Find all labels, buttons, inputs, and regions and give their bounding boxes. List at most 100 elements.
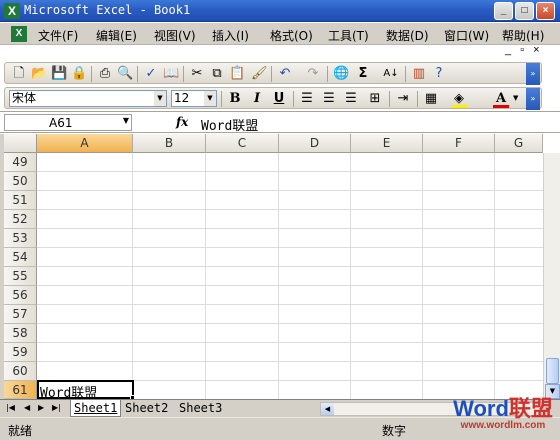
row-header[interactable]: 53 xyxy=(4,229,37,248)
font-color-swatch xyxy=(493,105,509,108)
spelling-icon[interactable]: ✓ xyxy=(143,66,159,82)
workbook-icon[interactable]: X xyxy=(11,26,27,42)
chevron-down-icon[interactable]: ▼ xyxy=(154,91,166,106)
row-header[interactable]: 60 xyxy=(4,362,37,381)
formula-input[interactable]: Word联盟 xyxy=(201,115,258,134)
last-sheet-icon[interactable]: ▶| xyxy=(52,403,61,412)
permission-icon[interactable]: 🔒 xyxy=(71,66,87,82)
row-header[interactable]: 55 xyxy=(4,267,37,286)
menu-view[interactable]: 视图(V) xyxy=(154,27,196,44)
prev-sheet-icon[interactable]: ◀ xyxy=(24,403,30,412)
copy-icon[interactable]: ⧉ xyxy=(209,66,225,82)
row-header-active[interactable]: 61 xyxy=(4,381,37,399)
font-size-select[interactable]: 12 ▼ xyxy=(171,90,217,107)
menu-tools[interactable]: 工具(T) xyxy=(328,27,369,44)
menu-insert[interactable]: 插入(I) xyxy=(212,27,249,44)
standard-toolbar: 🗋 📂 💾 🔒 ⎙ 🔍 ✓ 📖 ✂ ⧉ 📋 🖌 ↶ ↷ 🌐 Σ A↓ ▥ ? » xyxy=(4,62,542,85)
vertical-scrollbar[interactable]: ▼ xyxy=(543,153,560,399)
help-icon[interactable]: ? xyxy=(431,66,447,82)
scroll-left-icon[interactable]: ◀ xyxy=(321,403,334,415)
toolbar-separator xyxy=(183,66,184,82)
italic-button[interactable]: I xyxy=(249,91,265,107)
sort-ascending-icon[interactable]: A↓ xyxy=(383,66,399,82)
gridline xyxy=(132,153,133,399)
format-painter-icon[interactable]: 🖌 xyxy=(251,66,268,82)
align-center-icon[interactable]: ☰ xyxy=(321,91,337,107)
merge-center-icon[interactable]: ⊞ xyxy=(367,91,383,107)
select-all-corner[interactable] xyxy=(4,134,37,153)
font-name-value: 宋体 xyxy=(12,91,37,105)
menu-help[interactable]: 帮助(H) xyxy=(502,27,544,44)
column-header-b[interactable]: B xyxy=(133,134,206,153)
menu-window[interactable]: 窗口(W) xyxy=(444,27,489,44)
paste-icon[interactable]: 📋 xyxy=(229,66,245,82)
column-header-f[interactable]: F xyxy=(423,134,495,153)
menu-file[interactable]: 文件(F) xyxy=(38,27,78,44)
close-button[interactable]: × xyxy=(536,2,555,20)
underline-button[interactable]: U xyxy=(271,91,287,107)
print-preview-icon[interactable]: 🔍 xyxy=(117,66,133,82)
column-header-g[interactable]: G xyxy=(495,134,543,153)
column-header-c[interactable]: C xyxy=(206,134,279,153)
tab-sheet1[interactable]: Sheet1 xyxy=(70,400,122,417)
toolbar-options-icon[interactable]: » xyxy=(526,63,540,85)
row-header[interactable]: 58 xyxy=(4,324,37,343)
chart-wizard-icon[interactable]: ▥ xyxy=(411,66,427,82)
bold-button[interactable]: B xyxy=(227,91,243,107)
undo-icon[interactable]: ↶ xyxy=(277,66,293,82)
autosum-icon[interactable]: Σ xyxy=(355,66,371,82)
menu-format[interactable]: 格式(O) xyxy=(270,27,313,44)
row-header[interactable]: 59 xyxy=(4,343,37,362)
chevron-down-icon[interactable]: ▼ xyxy=(123,116,129,125)
cut-icon[interactable]: ✂ xyxy=(189,66,205,82)
doc-restore-button[interactable]: ▫ xyxy=(520,44,524,56)
maximize-button[interactable]: □ xyxy=(515,2,534,20)
row-header[interactable]: 54 xyxy=(4,248,37,267)
menu-edit[interactable]: 编辑(E) xyxy=(96,27,137,44)
gridline xyxy=(37,171,543,172)
next-sheet-icon[interactable]: ▶ xyxy=(38,403,44,412)
window-title: Microsoft Excel - Book1 xyxy=(24,3,191,17)
chevron-down-icon[interactable]: ▼ xyxy=(513,94,518,102)
borders-icon[interactable]: ▦ xyxy=(423,91,439,107)
save-icon[interactable]: 💾 xyxy=(51,66,67,82)
scrollbar-thumb[interactable] xyxy=(546,358,559,384)
print-icon[interactable]: ⎙ xyxy=(97,66,113,82)
hyperlink-icon[interactable]: 🌐 xyxy=(333,66,349,82)
excel-icon[interactable]: X xyxy=(4,3,20,19)
row-header[interactable]: 50 xyxy=(4,172,37,191)
column-header-a[interactable]: A xyxy=(37,134,133,153)
minimize-button[interactable]: _ xyxy=(494,2,513,20)
row-header[interactable]: 51 xyxy=(4,191,37,210)
font-name-select[interactable]: 宋体 ▼ xyxy=(9,90,167,107)
first-sheet-icon[interactable]: |◀ xyxy=(6,403,15,412)
menu-bar: X 文件(F) 编辑(E) 视图(V) 插入(I) 格式(O) 工具(T) 数据… xyxy=(0,23,560,45)
tab-sheet3[interactable]: Sheet3 xyxy=(176,400,225,417)
tab-sheet2[interactable]: Sheet2 xyxy=(122,400,171,417)
row-header[interactable]: 57 xyxy=(4,305,37,324)
doc-close-button[interactable]: × xyxy=(533,44,539,56)
open-icon[interactable]: 📂 xyxy=(31,66,47,82)
align-left-icon[interactable]: ☰ xyxy=(299,91,315,107)
worksheet-grid: A B C D E F G 49 50 51 52 53 54 55 56 57… xyxy=(0,134,560,401)
toolbar-options-icon[interactable]: » xyxy=(526,88,540,110)
row-header[interactable]: 49 xyxy=(4,153,37,172)
watermark-brand-prefix: Word xyxy=(453,396,509,421)
doc-minimize-button[interactable]: _ xyxy=(505,44,511,56)
column-header-d[interactable]: D xyxy=(279,134,351,153)
name-box[interactable]: A61 ▼ xyxy=(4,114,132,131)
insert-function-button[interactable]: fx xyxy=(176,115,188,129)
redo-icon[interactable]: ↷ xyxy=(305,66,321,82)
doc-window-controls: _ ▫ × xyxy=(505,44,540,56)
research-icon[interactable]: 📖 xyxy=(163,66,179,82)
new-icon[interactable]: 🗋 xyxy=(11,66,27,82)
chevron-down-icon[interactable]: ▼ xyxy=(204,91,216,106)
indent-icon[interactable]: ⇥ xyxy=(395,91,411,107)
toolbar-separator xyxy=(91,66,92,82)
menu-data[interactable]: 数据(D) xyxy=(386,27,429,44)
align-right-icon[interactable]: ☰ xyxy=(343,91,359,107)
row-header[interactable]: 52 xyxy=(4,210,37,229)
column-header-e[interactable]: E xyxy=(351,134,423,153)
toolbar-separator xyxy=(221,91,222,107)
row-header[interactable]: 56 xyxy=(4,286,37,305)
